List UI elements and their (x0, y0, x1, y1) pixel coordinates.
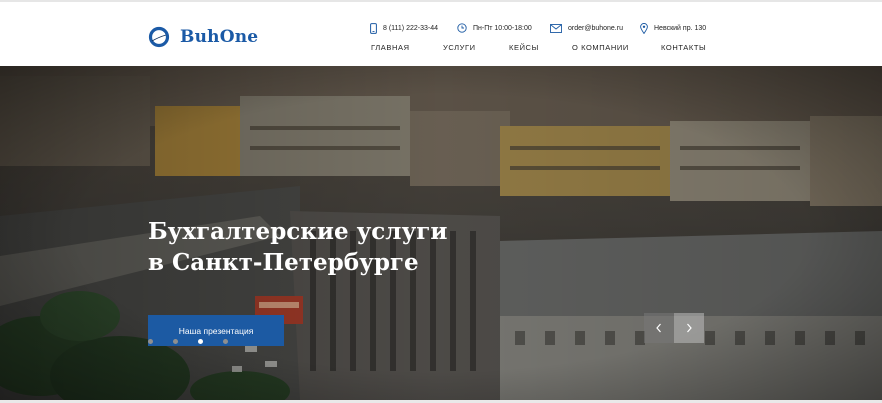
location-pin-icon (640, 22, 648, 34)
nav-item-services[interactable]: УСЛУГИ (443, 43, 476, 52)
contact-email[interactable]: order@buhone.ru (550, 21, 623, 35)
hero-slider: Бухгалтерские услуги в Санкт-Петербурге … (0, 66, 882, 400)
contact-phone[interactable]: 8 (111) 222-33-44 (370, 21, 438, 35)
header-contacts: 8 (111) 222-33-44 Пн-Пт 10:00-18:00 orde… (0, 21, 882, 35)
chevron-right-icon (687, 323, 692, 333)
nav-item-cases[interactable]: КЕЙСЫ (509, 43, 539, 52)
chevron-left-icon (656, 323, 661, 333)
slider-dot-4[interactable] (223, 339, 228, 344)
main-nav: ГЛАВНАЯ УСЛУГИ КЕЙСЫ О КОМПАНИИ КОНТАКТЫ (0, 43, 882, 55)
contact-address[interactable]: Невский пр. 130 (640, 21, 706, 35)
slider-dot-2[interactable] (173, 339, 178, 344)
contact-phone-text: 8 (111) 222-33-44 (383, 24, 438, 32)
contact-hours-text: Пн-Пт 10:00-18:00 (473, 24, 532, 32)
clock-icon (457, 23, 467, 33)
slider-dot-1[interactable] (148, 339, 153, 344)
contact-hours: Пн-Пт 10:00-18:00 (457, 21, 532, 35)
mail-icon (550, 23, 562, 33)
presentation-button[interactable]: Наша презентация (148, 315, 284, 346)
nav-item-contacts[interactable]: КОНТАКТЫ (661, 43, 706, 52)
site-header: BuhOne 8 (111) 222-33-44 Пн-Пт 10:00-18:… (0, 0, 882, 66)
phone-icon (370, 22, 377, 34)
contact-address-text: Невский пр. 130 (654, 24, 707, 32)
nav-item-about[interactable]: О КОМПАНИИ (572, 43, 629, 52)
slider-next-button[interactable] (674, 313, 704, 343)
contact-email-text: order@buhone.ru (568, 24, 623, 32)
slider-prev-button[interactable] (644, 313, 674, 343)
hero-title: Бухгалтерские услуги в Санкт-Петербурге (148, 218, 448, 276)
slider-dot-3[interactable] (198, 339, 203, 344)
nav-item-home[interactable]: ГЛАВНАЯ (371, 43, 410, 52)
